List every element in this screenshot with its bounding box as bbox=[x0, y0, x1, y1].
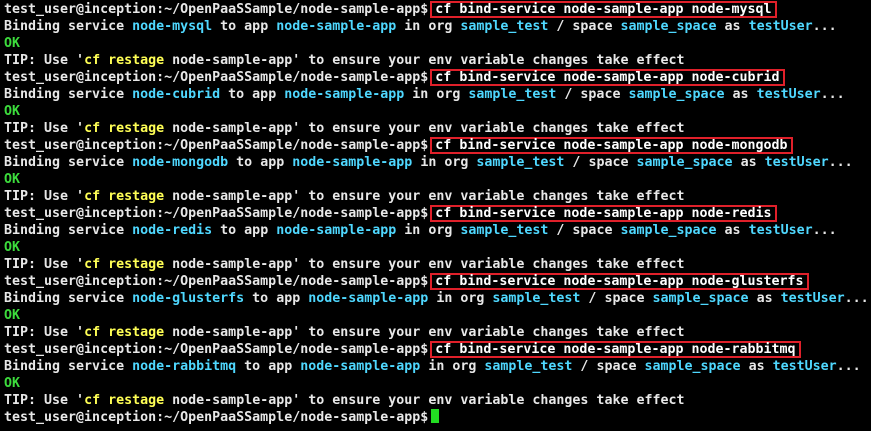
command-line: test_user@inception:~/OpenPaaSSample/nod… bbox=[4, 205, 871, 222]
org-name: sample_test bbox=[460, 19, 549, 34]
user-name: testUser bbox=[780, 291, 845, 306]
org-name: sample_test bbox=[468, 87, 557, 102]
ok-status: OK bbox=[4, 36, 21, 51]
service-name: node-mysql bbox=[132, 19, 213, 34]
tip-line: TIP: Use 'cf restage node-sample-app' to… bbox=[4, 393, 685, 408]
app-name: node-sample-app bbox=[300, 359, 421, 374]
tip-restage: restage bbox=[108, 393, 165, 408]
shell-prompt: test_user@inception:~/OpenPaaSSample/nod… bbox=[4, 274, 429, 289]
space-name: sample_space bbox=[620, 223, 717, 238]
command-line: test_user@inception:~/OpenPaaSSample/nod… bbox=[4, 341, 871, 358]
command-line: test_user@inception:~/OpenPaaSSample/nod… bbox=[4, 137, 871, 154]
app-name: node-sample-app bbox=[276, 223, 397, 238]
binding-output-line: Binding service node-redis to app node-s… bbox=[4, 223, 837, 238]
user-name: testUser bbox=[748, 223, 813, 238]
shell-prompt: test_user@inception:~/OpenPaaSSample/nod… bbox=[4, 342, 429, 357]
service-name: node-cubrid bbox=[132, 87, 221, 102]
space-name: sample_space bbox=[652, 291, 749, 306]
binding-output-line: Binding service node-cubrid to app node-… bbox=[4, 87, 845, 102]
space-name: sample_space bbox=[636, 155, 733, 170]
user-name: testUser bbox=[772, 359, 837, 374]
service-name: node-glusterfs bbox=[132, 291, 245, 306]
app-name: node-sample-app bbox=[276, 19, 397, 34]
shell-prompt: test_user@inception:~/OpenPaaSSample/nod… bbox=[4, 410, 429, 425]
binding-output-line: Binding service node-mysql to app node-s… bbox=[4, 19, 837, 34]
org-name: sample_test bbox=[492, 291, 581, 306]
org-name: sample_test bbox=[476, 155, 565, 170]
user-name: testUser bbox=[748, 19, 813, 34]
service-name: node-rabbitmq bbox=[132, 359, 237, 374]
highlighted-command: cf bind-service node-sample-app node-glu… bbox=[430, 273, 809, 290]
current-prompt-line[interactable]: test_user@inception:~/OpenPaaSSample/nod… bbox=[4, 409, 871, 426]
ok-status: OK bbox=[4, 172, 21, 187]
user-name: testUser bbox=[764, 155, 829, 170]
ok-status: OK bbox=[4, 104, 21, 119]
tip-line: TIP: Use 'cf restage node-sample-app' to… bbox=[4, 325, 685, 340]
org-name: sample_test bbox=[460, 223, 549, 238]
command-line: test_user@inception:~/OpenPaaSSample/nod… bbox=[4, 273, 871, 290]
tip-restage: restage bbox=[108, 257, 165, 272]
tip-line: TIP: Use 'cf restage node-sample-app' to… bbox=[4, 121, 685, 136]
tip-line: TIP: Use 'cf restage node-sample-app' to… bbox=[4, 189, 685, 204]
terminal-window[interactable]: test_user@inception:~/OpenPaaSSample/nod… bbox=[0, 0, 871, 431]
space-name: sample_space bbox=[620, 19, 717, 34]
highlighted-command: cf bind-service node-sample-app node-cub… bbox=[430, 69, 785, 86]
tip-restage: restage bbox=[108, 121, 165, 136]
app-name: node-sample-app bbox=[292, 155, 413, 170]
highlighted-command: cf bind-service node-sample-app node-red… bbox=[430, 205, 777, 222]
shell-prompt: test_user@inception:~/OpenPaaSSample/nod… bbox=[4, 206, 429, 221]
service-name: node-mongodb bbox=[132, 155, 229, 170]
ok-status: OK bbox=[4, 376, 21, 391]
space-name: sample_space bbox=[628, 87, 725, 102]
space-name: sample_space bbox=[644, 359, 741, 374]
shell-prompt: test_user@inception:~/OpenPaaSSample/nod… bbox=[4, 138, 429, 153]
app-name: node-sample-app bbox=[284, 87, 405, 102]
tip-restage: restage bbox=[108, 325, 165, 340]
tip-cf: cf bbox=[84, 121, 101, 136]
binding-output-line: Binding service node-glusterfs to app no… bbox=[4, 291, 869, 306]
shell-prompt: test_user@inception:~/OpenPaaSSample/nod… bbox=[4, 70, 429, 85]
highlighted-command: cf bind-service node-sample-app node-mys… bbox=[430, 1, 777, 18]
cursor-block-icon bbox=[431, 409, 440, 423]
tip-restage: restage bbox=[108, 53, 165, 68]
shell-prompt: test_user@inception:~/OpenPaaSSample/nod… bbox=[4, 2, 429, 17]
ok-status: OK bbox=[4, 240, 21, 255]
user-name: testUser bbox=[756, 87, 821, 102]
command-line: test_user@inception:~/OpenPaaSSample/nod… bbox=[4, 1, 871, 18]
tip-cf: cf bbox=[84, 393, 101, 408]
tip-cf: cf bbox=[84, 189, 101, 204]
highlighted-command: cf bind-service node-sample-app node-mon… bbox=[430, 137, 793, 154]
tip-cf: cf bbox=[84, 53, 101, 68]
tip-cf: cf bbox=[84, 325, 101, 340]
highlighted-command: cf bind-service node-sample-app node-rab… bbox=[430, 341, 801, 358]
org-name: sample_test bbox=[484, 359, 573, 374]
tip-restage: restage bbox=[108, 189, 165, 204]
binding-output-line: Binding service node-mongodb to app node… bbox=[4, 155, 853, 170]
service-name: node-redis bbox=[132, 223, 213, 238]
tip-line: TIP: Use 'cf restage node-sample-app' to… bbox=[4, 53, 685, 68]
ok-status: OK bbox=[4, 308, 21, 323]
tip-line: TIP: Use 'cf restage node-sample-app' to… bbox=[4, 257, 685, 272]
binding-output-line: Binding service node-rabbitmq to app nod… bbox=[4, 359, 861, 374]
command-line: test_user@inception:~/OpenPaaSSample/nod… bbox=[4, 69, 871, 86]
app-name: node-sample-app bbox=[308, 291, 429, 306]
tip-cf: cf bbox=[84, 257, 101, 272]
